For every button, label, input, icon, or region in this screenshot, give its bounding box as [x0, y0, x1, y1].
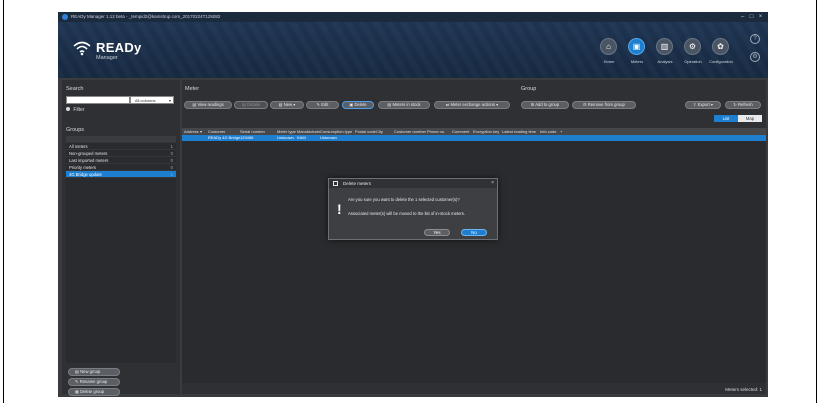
status-text: Meters selected: 1 — [725, 387, 762, 392]
grid-header: Address ▾ Customer Serial number Meter t… — [182, 128, 766, 135]
meters-in-stock-button[interactable]: ▤ Meters in stock — [378, 101, 430, 109]
delete-group-button[interactable]: ▦ Delete group — [68, 388, 120, 396]
delete-meters-dialog: Delete meters × ! Are you sure you want … — [328, 178, 498, 240]
search-input[interactable] — [66, 96, 130, 104]
groups-title: Groups — [66, 127, 85, 133]
column-header[interactable]: Meter type — [277, 128, 296, 135]
meter-exchange-button[interactable]: ⇄ Meter exchange actions ▾ — [434, 101, 510, 109]
dialog-message-info: Associated meter(s) will be moved to the… — [348, 211, 466, 216]
remove-from-group-button[interactable]: ⊟ Remove from group — [572, 101, 636, 109]
dialog-title: Delete meters — [343, 181, 372, 186]
group-item-last-imported[interactable]: Last imported meters 0 — [66, 157, 176, 164]
chevron-down-icon: ▾ — [292, 102, 296, 107]
column-header[interactable]: Serial number — [240, 128, 265, 135]
meter-section-title: Meter — [185, 86, 200, 92]
edit-button[interactable]: ✎ Edit — [306, 101, 339, 109]
filter-icon — [66, 107, 70, 111]
no-button[interactable]: No — [461, 229, 487, 236]
column-header[interactable]: Latest reading time — [502, 128, 536, 135]
logo-subtitle: Manager — [96, 55, 118, 61]
group-item-non-grouped[interactable]: Non-grouped meters 0 — [66, 150, 176, 157]
column-header[interactable]: Encryption key — [473, 128, 499, 135]
group-item-priority[interactable]: Priority meters 0 — [66, 164, 176, 171]
column-header[interactable]: Consumption type — [320, 128, 352, 135]
warning-icon: ! — [337, 201, 342, 217]
filter-label: Filter — [73, 107, 85, 113]
dialog-window-icon — [333, 181, 338, 186]
search-title: Search — [66, 86, 84, 92]
app-window: READy Manager 1.12 beta - _tempid2@kamst… — [58, 12, 768, 397]
dialog-title-bar: Delete meters × — [329, 179, 497, 188]
nav-analysis[interactable]: ▥ Analysis — [651, 38, 679, 76]
app-icon — [62, 14, 68, 20]
nav-configuration-label: Configuration — [709, 59, 733, 64]
search-column-value: All columns — [135, 98, 156, 103]
group-item-all-meters[interactable]: All meters 1 — [66, 143, 176, 150]
details-button[interactable]: ▤ Details — [234, 101, 268, 109]
column-header[interactable]: Address — [184, 128, 199, 135]
column-header[interactable]: Info code — [540, 128, 556, 135]
dialog-message-confirm: Are you sure you want to delete the 1 se… — [348, 197, 460, 202]
chevron-down-icon: ▾ — [200, 129, 203, 134]
rename-group-button[interactable]: ✎ Rename group — [68, 378, 120, 386]
column-header[interactable]: City — [376, 128, 383, 135]
filter-toggle[interactable]: Filter — [66, 107, 85, 113]
main-nav: ⌂ Home ▣ Meters ▥ Analysis ⚙ Operation ✿… — [595, 38, 745, 76]
new-group-button[interactable]: ▤ New group — [68, 368, 120, 376]
home-icon: ⌂ — [600, 38, 617, 55]
left-panel: Search All columns ▾ Filter Groups All m… — [62, 80, 180, 396]
column-header[interactable]: Postal code — [355, 128, 376, 135]
nav-configuration[interactable]: ✿ Configuration — [707, 38, 735, 76]
nav-operation[interactable]: ⚙ Operation — [679, 38, 707, 76]
logo: READy Manager — [72, 40, 192, 66]
column-header[interactable]: Phone no. — [427, 128, 445, 135]
app-header: READy Manager ⌂ Home ▣ Meters ▥ Analysis… — [58, 22, 768, 78]
configuration-icon: ✿ — [712, 38, 729, 55]
title-bar: READy Manager 1.12 beta - _tempid2@kamst… — [58, 12, 768, 22]
nav-home[interactable]: ⌂ Home — [595, 38, 623, 76]
refresh-button[interactable]: ↻ Refresh — [725, 101, 761, 109]
add-column-icon[interactable]: + — [560, 128, 562, 135]
yes-button[interactable]: Yes — [424, 229, 450, 236]
tab-list[interactable]: List — [714, 115, 738, 122]
chevron-down-icon: ▾ — [709, 102, 714, 107]
export-button[interactable]: ⇪ Export ▾ — [685, 101, 721, 109]
column-header[interactable]: Customer — [208, 128, 225, 135]
wifi-logo-icon — [73, 41, 91, 56]
column-header[interactable]: Manufacturer — [297, 128, 321, 135]
group-section-title: Group — [521, 86, 537, 92]
chevron-down-icon: ▾ — [494, 102, 499, 107]
meters-icon: ▣ — [628, 38, 645, 55]
maximize-icon[interactable]: □ — [747, 12, 756, 22]
column-header[interactable]: Customer number — [394, 128, 426, 135]
view-readings-button[interactable]: ▤ View readings — [184, 101, 232, 109]
chevron-down-icon: ▾ — [168, 98, 171, 103]
group-item-4g-bridge[interactable]: 4G Bridge update 1 — [66, 171, 176, 178]
settings-icon[interactable]: ⚙ — [750, 52, 760, 62]
help-icon[interactable]: ? — [750, 34, 760, 44]
tab-map[interactable]: Map — [738, 115, 762, 122]
window-title: READy Manager 1.12 beta - _tempid2@kamst… — [71, 14, 221, 19]
column-header[interactable]: Comment — [452, 128, 469, 135]
logo-title: READy — [96, 40, 142, 55]
delete-button[interactable]: ▣ Delete — [342, 101, 374, 109]
new-meter-button[interactable]: ▤ New ▾ — [270, 101, 304, 109]
search-column-select[interactable]: All columns ▾ — [130, 96, 174, 104]
add-to-group-button[interactable]: ⊞ Add to group — [521, 101, 569, 109]
dialog-close-icon[interactable]: × — [491, 179, 494, 188]
groups-list: All meters 1 Non-grouped meters 0 Last imp… — [66, 136, 176, 363]
analysis-icon: ▥ — [656, 38, 673, 55]
nav-meters[interactable]: ▣ Meters — [623, 38, 651, 76]
minimize-icon[interactable]: – — [738, 12, 747, 22]
group-header-row — [66, 136, 176, 143]
operation-icon: ⚙ — [684, 38, 701, 55]
close-icon[interactable]: × — [756, 12, 765, 22]
